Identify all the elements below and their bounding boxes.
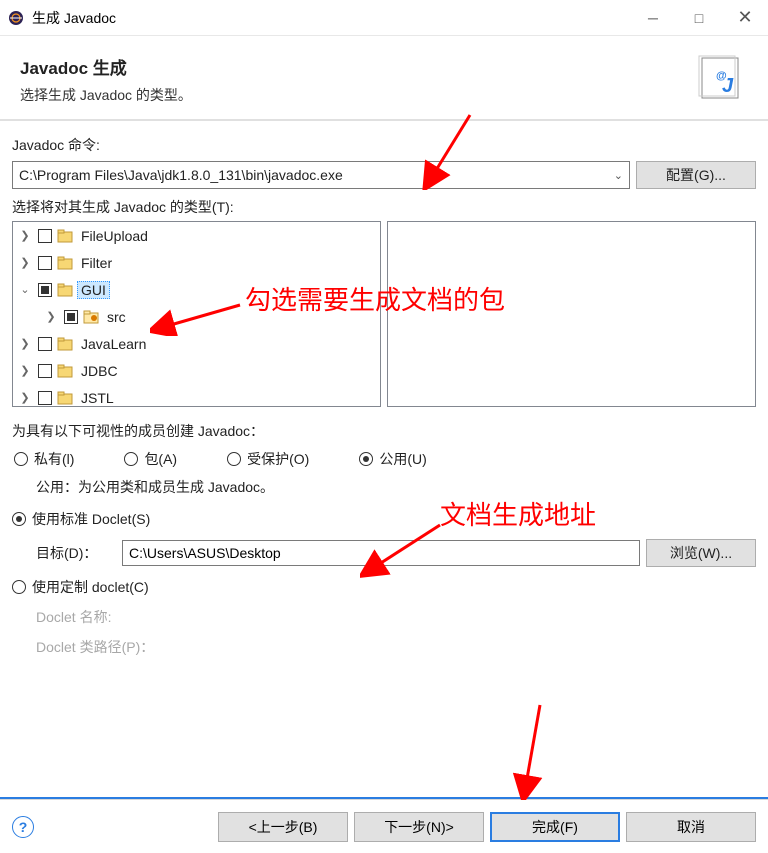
wizard-footer: ? <上一步(B) 下一步(N)> 完成(F) 取消: [0, 799, 768, 853]
expand-icon[interactable]: ⌄: [17, 283, 33, 296]
project-tree[interactable]: ❯ FileUpload ❯ Filter ⌄ GUI ❯ src ❯ JavaLearn ❯ JDB…: [12, 221, 381, 407]
radio-custom-doclet[interactable]: 使用定制 doclet(C): [12, 577, 756, 597]
checkbox[interactable]: [38, 229, 52, 243]
dialog-header: Javadoc 生成 选择生成 Javadoc 的类型。 @ J: [0, 36, 768, 119]
arrow-icon: [510, 700, 550, 800]
target-label: 目标(D)：: [36, 543, 116, 563]
tree-item-jstl[interactable]: ❯ JSTL: [13, 384, 380, 407]
tree-item-filter[interactable]: ❯ Filter: [13, 249, 380, 276]
checkbox[interactable]: [38, 337, 52, 351]
checkbox[interactable]: [38, 283, 52, 297]
minimize-button[interactable]: ─: [630, 0, 676, 36]
back-button[interactable]: <上一步(B): [218, 812, 348, 842]
tree-item-label: JavaLearn: [77, 335, 150, 353]
configure-button[interactable]: 配置(G)...: [636, 161, 756, 189]
radio-private[interactable]: 私有(l): [14, 449, 74, 469]
cancel-button[interactable]: 取消: [626, 812, 756, 842]
browse-button[interactable]: 浏览(W)...: [646, 539, 756, 567]
tree-item-label: Filter: [77, 254, 116, 272]
next-button[interactable]: 下一步(N)>: [354, 812, 484, 842]
expand-icon[interactable]: ❯: [17, 229, 33, 242]
project-folder-icon: [57, 229, 73, 243]
maximize-button[interactable]: □: [676, 0, 722, 36]
tree-item-src[interactable]: ❯ src: [13, 303, 380, 330]
types-label: 选择将对其生成 Javadoc 的类型(T):: [12, 197, 756, 217]
title-bar: 生成 Javadoc ─ □ ✕: [0, 0, 768, 36]
tree-item-label: FileUpload: [77, 227, 152, 245]
packages-list[interactable]: [387, 221, 756, 407]
visibility-label: 为具有以下可视性的成员创建 Javadoc：: [12, 421, 756, 441]
doclet-classpath-label: Doclet 类路径(P)：: [36, 637, 186, 657]
project-folder-icon: [57, 337, 73, 351]
expand-icon[interactable]: ❯: [17, 337, 33, 350]
tree-item-javalearn[interactable]: ❯ JavaLearn: [13, 330, 380, 357]
radio-public[interactable]: 公用(U): [359, 449, 426, 469]
checkbox[interactable]: [38, 391, 52, 405]
radio-package[interactable]: 包(A): [124, 449, 177, 469]
javadoc-command-combo[interactable]: C:\Program Files\Java\jdk1.8.0_131\bin\j…: [12, 161, 630, 189]
tree-item-label: JDBC: [77, 362, 122, 380]
tree-item-label: GUI: [77, 281, 110, 299]
chevron-down-icon: ⌄: [614, 169, 623, 182]
expand-icon[interactable]: ❯: [43, 310, 59, 323]
eclipse-icon: [8, 10, 24, 26]
tree-item-gui[interactable]: ⌄ GUI: [13, 276, 380, 303]
expand-icon[interactable]: ❯: [17, 364, 33, 377]
doclet-name-label: Doclet 名称:: [36, 607, 186, 627]
tree-item-label: JSTL: [77, 389, 118, 407]
radio-protected[interactable]: 受保护(O): [227, 449, 309, 469]
project-folder-icon: [57, 391, 73, 405]
expand-icon[interactable]: ❯: [17, 256, 33, 269]
visibility-description: 公用：为公用类和成员生成 Javadoc。: [12, 477, 756, 497]
finish-button[interactable]: 完成(F): [490, 812, 620, 842]
close-button[interactable]: ✕: [722, 0, 768, 36]
page-subtitle: 选择生成 Javadoc 的类型。: [20, 85, 680, 105]
expand-icon[interactable]: ❯: [17, 391, 33, 404]
svg-text:J: J: [722, 75, 734, 97]
page-title: Javadoc 生成: [20, 54, 680, 79]
javadoc-icon: @ J: [690, 54, 748, 102]
checkbox[interactable]: [38, 364, 52, 378]
tree-item-fileupload[interactable]: ❯ FileUpload: [13, 222, 380, 249]
window-title: 生成 Javadoc: [32, 8, 630, 28]
checkbox[interactable]: [64, 310, 78, 324]
tree-item-label: src: [103, 308, 130, 326]
project-folder-icon: [57, 283, 73, 297]
target-input[interactable]: [122, 540, 640, 566]
javadoc-command-label: Javadoc 命令:: [12, 135, 756, 155]
radio-standard-doclet[interactable]: 使用标准 Doclet(S): [12, 509, 756, 529]
tree-item-jdbc[interactable]: ❯ JDBC: [13, 357, 380, 384]
checkbox[interactable]: [38, 256, 52, 270]
project-folder-icon: [57, 256, 73, 270]
src-folder-icon: [83, 310, 99, 324]
help-button[interactable]: ?: [12, 816, 34, 838]
project-folder-icon: [57, 364, 73, 378]
